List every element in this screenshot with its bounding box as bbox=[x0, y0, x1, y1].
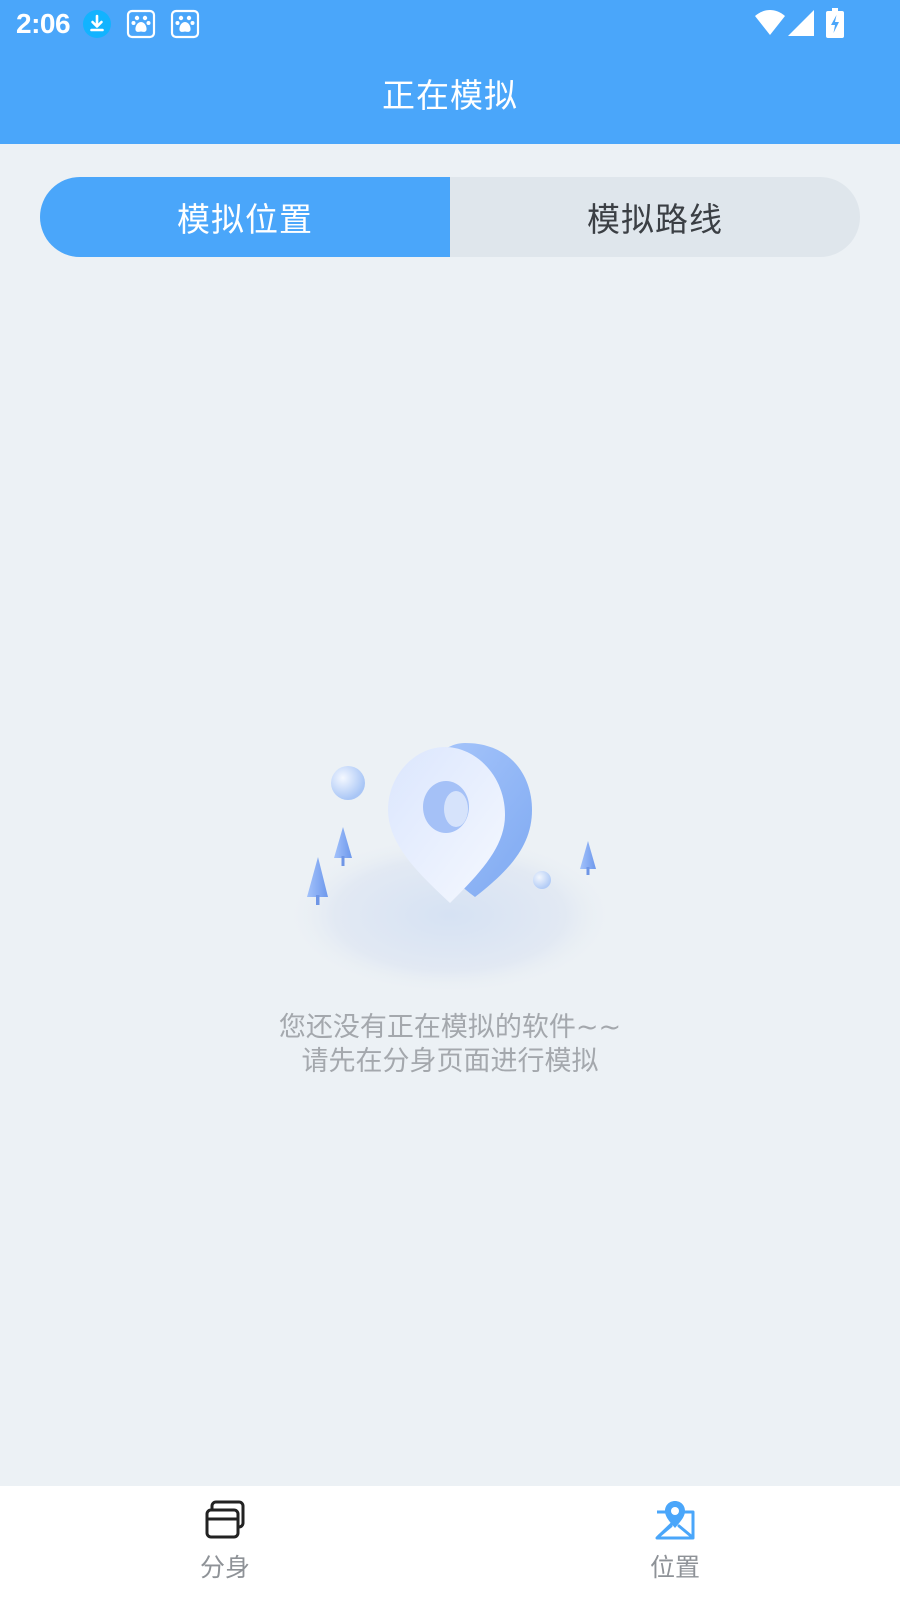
tab-label: 模拟位置 bbox=[177, 200, 313, 239]
download-icon bbox=[83, 10, 111, 38]
tab-simulate-route[interactable]: 模拟路线 bbox=[450, 177, 860, 257]
mode-tabs: 模拟位置 模拟路线 bbox=[40, 177, 860, 257]
status-time: 2:06 bbox=[16, 8, 71, 39]
app-header: 正在模拟 bbox=[0, 50, 900, 144]
status-bar: 2:06 bbox=[0, 0, 900, 50]
nav-item-location[interactable]: 位置 bbox=[595, 1486, 755, 1600]
bottom-nav: 分身 位置 bbox=[0, 1486, 900, 1600]
page-title: 正在模拟 bbox=[382, 76, 518, 115]
nav-item-clone[interactable]: 分身 bbox=[145, 1486, 305, 1600]
location-pin-illustration bbox=[285, 743, 615, 995]
nav-label: 分身 bbox=[199, 1553, 250, 1582]
signal-icon bbox=[788, 10, 814, 36]
cards-icon bbox=[205, 1500, 245, 1539]
map-pin-icon bbox=[655, 1501, 695, 1540]
baidu-icon bbox=[126, 9, 156, 39]
empty-state-message: 您还没有正在模拟的软件~~ bbox=[278, 1012, 622, 1043]
tab-simulate-location[interactable]: 模拟位置 bbox=[40, 177, 450, 257]
tab-label: 模拟路线 bbox=[587, 200, 723, 239]
wifi-icon bbox=[755, 10, 785, 35]
empty-state-hint: 请先在分身页面进行模拟 bbox=[301, 1046, 599, 1077]
nav-label: 位置 bbox=[649, 1553, 700, 1582]
baidu-icon bbox=[170, 9, 200, 39]
battery-charging-icon bbox=[826, 8, 844, 38]
